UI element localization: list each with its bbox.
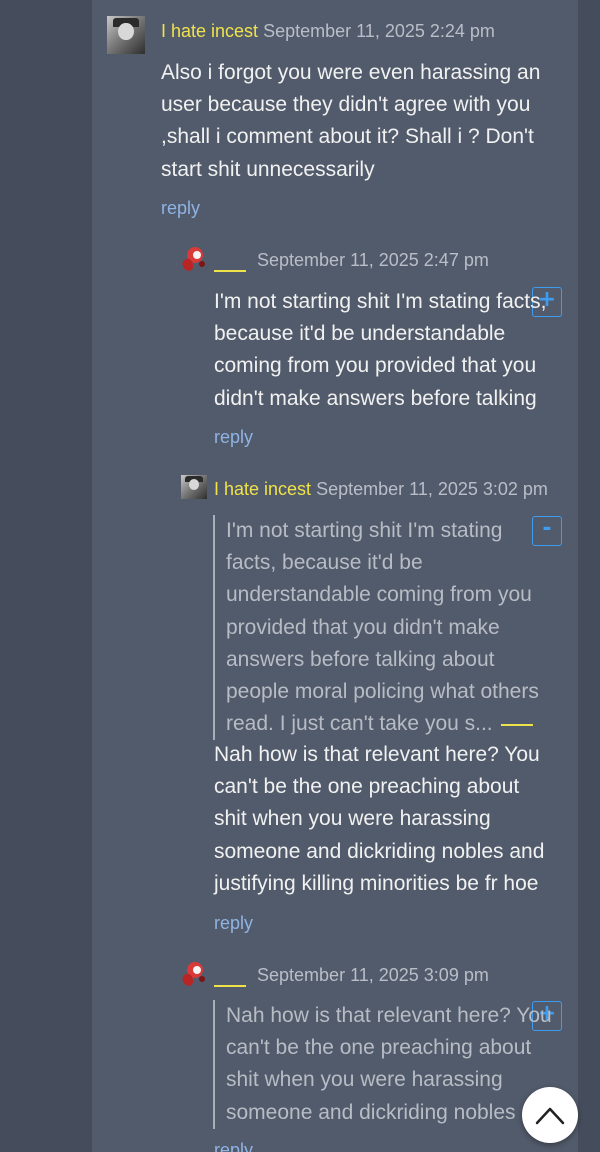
comment-author-underline[interactable] xyxy=(214,270,246,272)
comment-date: September 11, 2025 3:02 pm xyxy=(316,479,548,499)
user-avatar[interactable] xyxy=(107,16,145,54)
reply-link[interactable]: reply xyxy=(214,913,253,934)
comment-body: Also i forgot you were even harassing an… xyxy=(161,61,541,181)
quoted-author-underline[interactable] xyxy=(500,724,533,727)
comment-author[interactable]: I hate incest xyxy=(161,21,258,41)
comment-body: I'm not starting shit I'm stating facts,… xyxy=(214,290,547,410)
quoted-comment: I'm not starting shit I'm stating facts,… xyxy=(213,515,543,741)
reply-link[interactable]: reply xyxy=(161,198,200,219)
comment-date: September 11, 2025 2:24 pm xyxy=(263,21,495,41)
user-avatar[interactable] xyxy=(181,475,207,499)
comment-meta: September 11, 2025 2:47 pm xyxy=(214,249,489,272)
comment-date: September 11, 2025 3:09 pm xyxy=(257,965,489,985)
chevron-up-icon xyxy=(535,1107,565,1125)
comment-date: September 11, 2025 2:47 pm xyxy=(257,250,489,270)
reply-link[interactable]: reply xyxy=(214,1140,253,1152)
comment-meta: I hate incest September 11, 2025 3:02 pm xyxy=(214,478,548,500)
reply-link[interactable]: reply xyxy=(214,427,253,448)
comment-author[interactable]: I hate incest xyxy=(214,479,311,499)
comment-meta: I hate incest September 11, 2025 2:24 pm xyxy=(161,20,495,42)
user-avatar[interactable] xyxy=(180,245,209,273)
comment-author-underline[interactable] xyxy=(214,985,246,987)
comment-meta: September 11, 2025 3:09 pm xyxy=(214,964,489,987)
comment-body: Nah how is that relevant here? You can't… xyxy=(214,743,545,895)
user-avatar[interactable] xyxy=(180,960,209,988)
quoted-comment: Nah how is that relevant here? You can't… xyxy=(213,1000,553,1129)
scroll-to-top-button[interactable] xyxy=(522,1087,578,1143)
